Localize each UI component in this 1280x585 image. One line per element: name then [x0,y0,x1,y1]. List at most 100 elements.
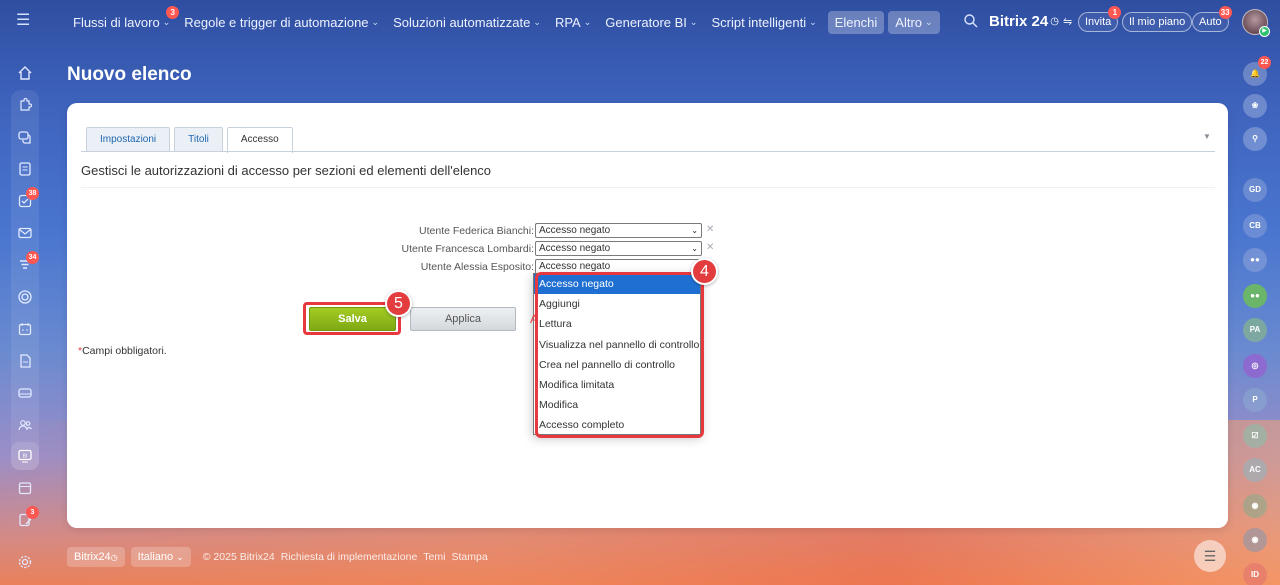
search-icon[interactable] [963,13,979,29]
video-call-icon[interactable]: ◉ [1243,528,1267,552]
home-icon[interactable] [17,65,33,81]
list-icon[interactable]: ☰ [1194,540,1226,572]
file-icon[interactable] [17,353,33,369]
required-note: *Campi obbligatori. [78,345,167,357]
clock-icon: ◷ [1050,16,1059,27]
nav-item-rpa[interactable]: RPA ⌄ [548,11,598,34]
target-icon[interactable] [17,289,33,305]
chevron-down-icon: ⌄ [925,16,933,27]
plan-label: Il mio piano [1129,16,1186,28]
tab-titoli[interactable]: Titoli [174,127,223,152]
footer-brand[interactable]: Bitrix24◷ [67,547,125,567]
play-icon: ▶ [1259,26,1270,37]
chevron-down-icon: ⌄ [809,16,817,27]
checklist-icon[interactable]: ☑ [1243,424,1267,448]
footer-link-print[interactable]: Stampa [451,551,487,563]
tab-accesso[interactable]: Accesso [226,127,293,153]
nav-item-generatore-bi[interactable]: Generatore BI ⌄ [598,11,704,34]
brand-name: Bitrix 24 [989,13,1049,30]
left-sidebar: 38 34 BI 3 [0,44,50,585]
apply-button[interactable]: Applica [410,307,516,331]
required-text: Campi obbligatori. [82,345,167,357]
right-sidebar: 🔔 22 ❀ ⚲ GD CB ●● ●● PA ◎ P ☑ AC ◉ ◉ ID [1236,44,1280,585]
footer-copyright: © 2025 Bitrix24 [202,551,275,563]
settings-icon[interactable] [17,554,33,570]
step-marker-5: 5 [385,290,412,317]
group-icon[interactable]: ●● [1243,248,1267,272]
bi-icon[interactable]: BI [17,448,33,464]
video-icon[interactable]: ◉ [1243,494,1267,518]
nav-item-regole[interactable]: Regole e trigger di automazione ⌄ [177,11,386,34]
language-select[interactable]: Italiano ⌄ [130,547,191,567]
footer-brand-label: Bitrix24 [74,551,111,563]
footer: Bitrix24◷ Italiano ⌄ © 2025 Bitrix24 Ric… [67,546,488,568]
copilot-icon[interactable]: ❀ [1243,94,1267,118]
nav-item-soluzioni[interactable]: Soluzioni automatizzate ⌄ [386,11,548,34]
collapse-arrow-icon[interactable]: ▼ [1203,132,1211,141]
contact-avatar-cb[interactable]: CB [1243,214,1267,238]
chat-icon[interactable] [17,129,33,145]
document-icon[interactable] [17,161,33,177]
nav-label: Script intelligenti [711,14,807,30]
calendar-icon[interactable] [17,321,33,337]
auto-label: Auto [1199,16,1222,28]
chevron-down-icon: ⌄ [583,16,592,27]
permission-select[interactable]: Accesso negato ⌄ [535,241,702,256]
swap-icon[interactable]: ⇋ [1063,15,1072,28]
puzzle-icon[interactable] [17,97,33,113]
invite-badge: 1 [1108,6,1122,19]
clock-icon: ◷ [110,553,118,562]
nav-label: Elenchi [834,14,878,30]
mail-icon[interactable] [17,225,33,241]
nav-item-elenchi[interactable]: Elenchi [827,10,885,34]
page-title: Nuovo elenco [67,64,192,85]
menu-icon[interactable]: ☰ [16,13,32,29]
employees-icon[interactable] [17,417,33,433]
select-value: Accesso negato [539,243,611,254]
remove-icon[interactable]: ✕ [706,242,714,253]
chevron-down-icon: ⌄ [176,552,184,562]
nav-item-script[interactable]: Script intelligenti ⌄ [704,11,823,34]
auto-button[interactable]: Auto 33 [1192,6,1232,32]
invite-button[interactable]: Invita 1 [1078,6,1122,32]
tasks-icon[interactable]: 38 [17,187,39,209]
group-chat-icon[interactable]: ●● [1243,284,1267,308]
description-divider [81,187,1215,188]
svg-text:BI: BI [23,454,28,460]
contact-avatar-p[interactable]: P [1243,388,1267,412]
my-plan-button[interactable]: Il mio piano [1122,12,1193,32]
permission-label: Utente Alessia Esposito: [420,261,534,273]
contact-avatar-id[interactable]: ID [1243,563,1267,585]
permission-row: Utente Francesca Lombardi: [267,241,534,257]
contact-avatar-pa[interactable]: PA [1243,318,1267,342]
bell-icon[interactable]: 🔔 22 [1243,56,1271,86]
auto-badge: 33 [1218,6,1232,19]
spiral-icon[interactable]: ◎ [1243,354,1267,378]
brand-logo[interactable]: Bitrix 24 ◷ ⇋ [989,13,1072,30]
tasks-badge: 38 [26,187,39,200]
footer-link-implementation[interactable]: Richiesta di implementazione [281,551,418,563]
contact-avatar-gd[interactable]: GD [1243,178,1267,202]
chevron-down-icon: ⌄ [371,16,380,27]
feed-icon[interactable]: 34 [17,251,39,273]
search-chat-icon[interactable]: ⚲ [1243,127,1267,151]
feed-badge: 34 [26,251,39,264]
sidebar-group [11,90,39,470]
nav-label: Generatore BI [605,14,687,30]
step-marker-4: 4 [691,258,718,285]
permission-select[interactable]: Accesso negato ⌄ [535,223,702,238]
schedule-icon[interactable] [17,480,33,496]
section-description: Gestisci le autorizzazioni di accesso pe… [81,163,492,178]
contact-avatar-ac[interactable]: AC [1243,458,1267,482]
footer-link-themes[interactable]: Temi [423,551,445,563]
user-avatar[interactable]: ▶ [1242,9,1270,37]
tab-bar: Impostazioni Titoli Accesso [86,127,297,153]
tab-impostazioni[interactable]: Impostazioni [86,127,171,152]
notifications-badge: 22 [1258,56,1271,69]
nav-item-flussi[interactable]: Flussi di lavoro ⌄ 3 [66,5,180,34]
drive-icon[interactable] [17,385,33,401]
approvals-icon[interactable]: 3 [17,506,39,528]
select-value: Accesso negato [539,225,611,236]
nav-item-altro[interactable]: Altro ⌄ [888,10,940,34]
remove-icon[interactable]: ✕ [706,224,714,235]
